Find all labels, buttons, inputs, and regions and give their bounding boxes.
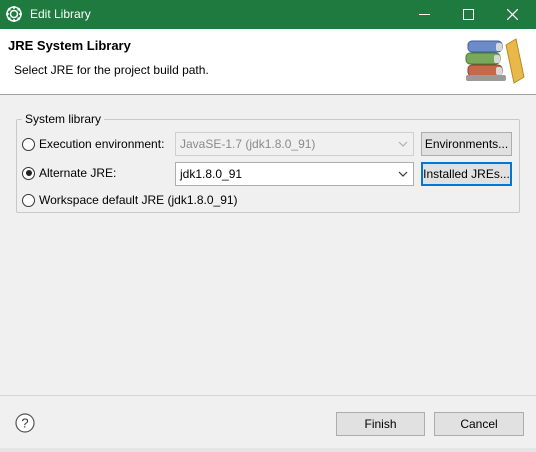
- environments-button[interactable]: Environments...: [421, 132, 512, 156]
- help-icon[interactable]: ?: [15, 413, 35, 433]
- minimize-icon: [418, 14, 430, 15]
- workspace-default-jre-label: Workspace default JRE (jdk1.8.0_91): [39, 193, 238, 207]
- execution-environment-select-value: JavaSE-1.7 (jdk1.8.0_91): [180, 137, 316, 151]
- workspace-default-jre-radio-row[interactable]: Workspace default JRE (jdk1.8.0_91): [22, 193, 238, 207]
- dialog-title: JRE System Library: [8, 38, 131, 53]
- alternate-jre-select-value: jdk1.8.0_91: [180, 167, 243, 181]
- maximize-button[interactable]: [446, 0, 490, 29]
- alternate-jre-radio-row[interactable]: Alternate JRE:: [22, 166, 116, 180]
- maximize-icon: [462, 9, 474, 20]
- window-bottom-edge: [0, 448, 536, 452]
- cancel-button[interactable]: Cancel: [434, 412, 524, 436]
- dialog-header: JRE System Library Select JRE for the pr…: [0, 29, 536, 95]
- library-books-icon: [465, 38, 525, 84]
- footer-separator: [0, 395, 536, 396]
- alternate-jre-select[interactable]: jdk1.8.0_91: [175, 162, 414, 186]
- dialog-description: Select JRE for the project build path.: [14, 63, 209, 77]
- svg-text:?: ?: [21, 416, 28, 431]
- eclipse-app-icon: [6, 6, 22, 22]
- minimize-button[interactable]: [402, 0, 446, 29]
- window-title: Edit Library: [30, 7, 91, 21]
- execution-environment-select[interactable]: JavaSE-1.7 (jdk1.8.0_91): [175, 132, 414, 156]
- finish-button[interactable]: Finish: [336, 412, 425, 436]
- execution-environment-radio-row[interactable]: Execution environment:: [22, 137, 164, 151]
- alternate-jre-label: Alternate JRE:: [39, 166, 117, 180]
- execution-environment-label: Execution environment:: [39, 137, 165, 151]
- workspace-default-jre-radio[interactable]: [22, 193, 35, 207]
- chevron-down-icon: [398, 171, 408, 177]
- title-bar: Edit Library: [0, 0, 536, 29]
- execution-environment-radio[interactable]: [22, 137, 35, 151]
- installed-jres-button[interactable]: Installed JREs...: [421, 162, 512, 186]
- alternate-jre-radio[interactable]: [22, 166, 35, 180]
- system-library-group-label: System library: [22, 112, 105, 126]
- close-icon: [506, 9, 518, 20]
- chevron-down-icon: [398, 141, 408, 147]
- close-button[interactable]: [490, 0, 534, 29]
